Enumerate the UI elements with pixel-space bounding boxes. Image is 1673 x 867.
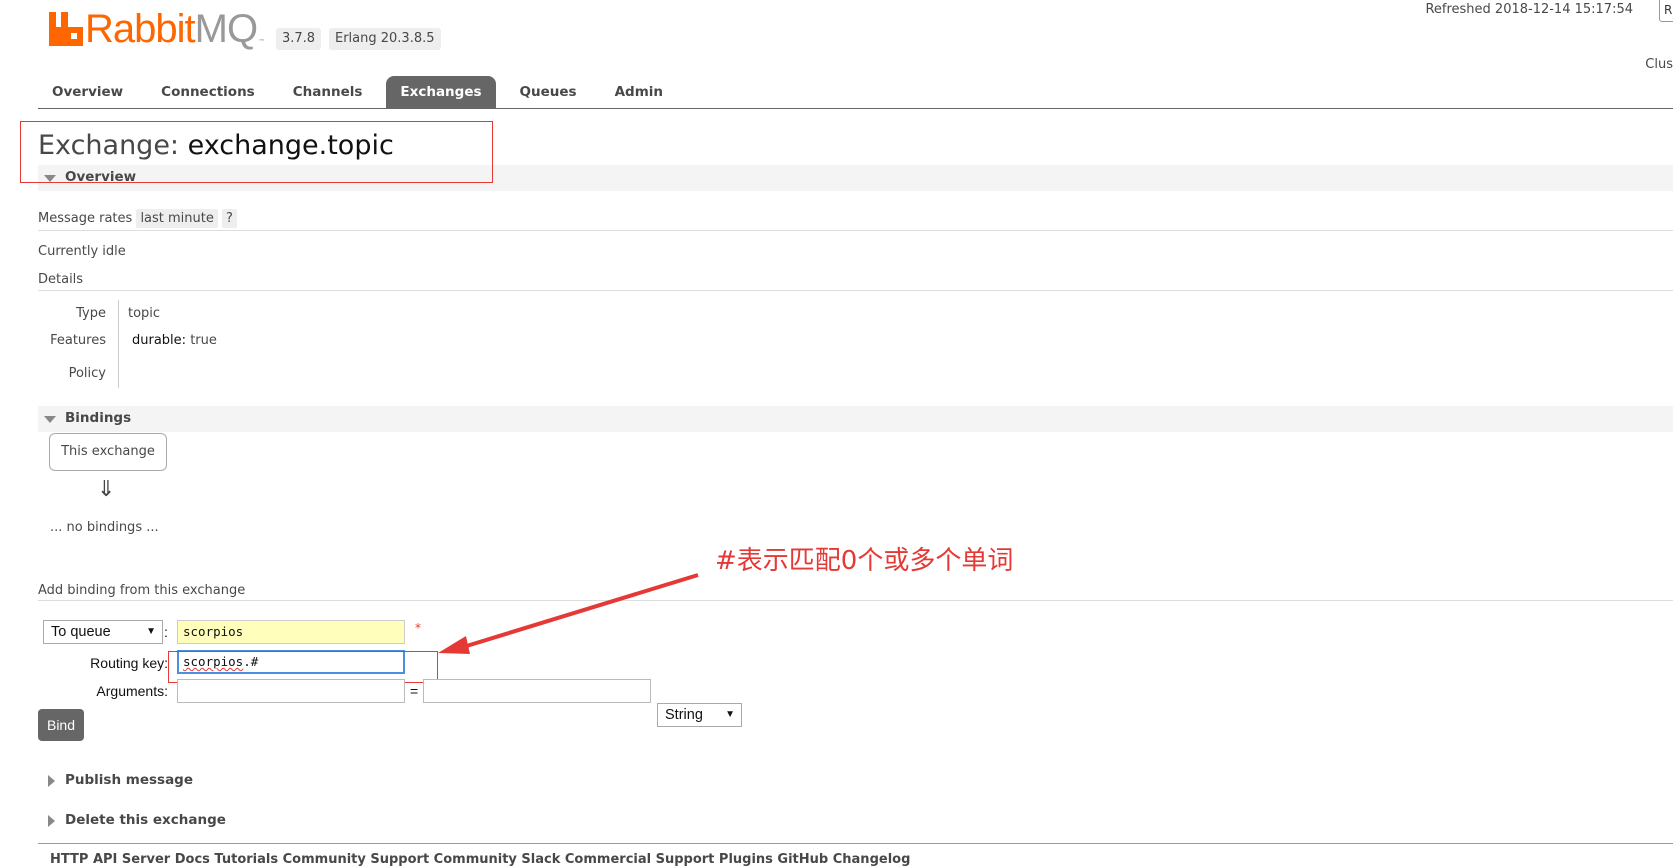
publish-message-section[interactable]: Publish message: [38, 768, 1673, 794]
refreshed-timestamp: Refreshed 2018-12-14 15:17:54: [1425, 2, 1633, 17]
arguments-equals: =: [410, 683, 419, 699]
type-value: topic: [128, 306, 161, 321]
collapse-triangle-icon: [48, 775, 55, 787]
argument-key-input[interactable]: [177, 679, 405, 703]
expand-triangle-icon: [44, 416, 56, 423]
dropdown-caret-icon: ▼: [146, 626, 156, 637]
title-annotation-box: [20, 121, 493, 183]
type-label: Type: [76, 306, 106, 321]
bindings-section-header[interactable]: Bindings: [38, 406, 1673, 432]
tab-connections[interactable]: Connections: [147, 76, 269, 108]
publish-message-label: Publish message: [65, 772, 193, 788]
argument-type-value: String: [665, 707, 703, 723]
no-bindings-text: ... no bindings ...: [50, 520, 159, 535]
annotation-arrow-icon: [438, 573, 699, 654]
down-arrow-icon: ⇓: [97, 477, 116, 502]
dropdown-caret-icon: ▼: [725, 709, 735, 720]
bind-button[interactable]: Bind: [38, 709, 84, 741]
collapse-triangle-icon: [48, 815, 55, 827]
refresh-interval-select[interactable]: R: [1659, 0, 1673, 22]
tab-exchanges[interactable]: Exchanges: [386, 76, 496, 108]
divider: [38, 290, 1673, 291]
destination-colon: :: [164, 624, 168, 640]
trademark-icon: ™: [258, 38, 266, 46]
durable-key: durable:: [132, 333, 187, 348]
destination-type-select[interactable]: To queue ▼: [43, 620, 163, 644]
destination-input[interactable]: scorpios: [177, 620, 405, 644]
bindings-section-label: Bindings: [65, 410, 132, 426]
main-nav-tabs: Overview Connections Channels Exchanges …: [38, 76, 687, 108]
add-binding-heading: Add binding from this exchange: [38, 583, 246, 598]
features-label: Features: [50, 333, 106, 348]
durable-value: true: [190, 333, 217, 348]
divider: [38, 230, 1673, 231]
logo-text: RabbitMQ: [85, 7, 258, 51]
rabbitmq-logo: RabbitMQ ™: [49, 8, 265, 50]
tab-queues[interactable]: Queues: [506, 76, 591, 108]
cluster-name-label: Clus: [1645, 57, 1673, 72]
message-rates-row: Message rates last minute ?: [38, 209, 237, 228]
policy-label: Policy: [68, 366, 106, 381]
tab-channels[interactable]: Channels: [279, 76, 377, 108]
divider: [38, 600, 1673, 601]
arguments-label: Arguments:: [96, 683, 168, 699]
tab-overview[interactable]: Overview: [38, 76, 137, 108]
tab-divider: [38, 108, 1673, 109]
details-separator: [118, 300, 119, 388]
annotation-text: #表示匹配0个或多个单词: [715, 546, 1014, 576]
routing-key-label: Routing key:: [90, 655, 168, 671]
version-badge: 3.7.8: [276, 28, 322, 50]
idle-status: Currently idle: [38, 244, 126, 259]
footer-links[interactable]: HTTP API Server Docs Tutorials Community…: [50, 852, 910, 867]
message-rates-range[interactable]: last minute: [136, 209, 218, 228]
delete-exchange-label: Delete this exchange: [65, 812, 226, 828]
argument-type-select[interactable]: String ▼: [657, 703, 742, 727]
this-exchange-box: This exchange: [49, 433, 167, 471]
erlang-version-badge: Erlang 20.3.8.5: [329, 28, 441, 50]
features-value: durable: true: [132, 333, 217, 348]
footer-divider: [38, 843, 1673, 844]
argument-value-input[interactable]: [423, 679, 651, 703]
rabbit-logo-icon: [49, 12, 83, 46]
message-rates-label: Message rates: [38, 211, 133, 226]
details-heading: Details: [38, 272, 84, 287]
destination-type-value: To queue: [51, 624, 111, 640]
help-icon[interactable]: ?: [222, 209, 237, 228]
tab-admin[interactable]: Admin: [601, 76, 677, 108]
delete-exchange-section[interactable]: Delete this exchange: [38, 808, 1673, 834]
required-asterisk: *: [415, 621, 421, 635]
